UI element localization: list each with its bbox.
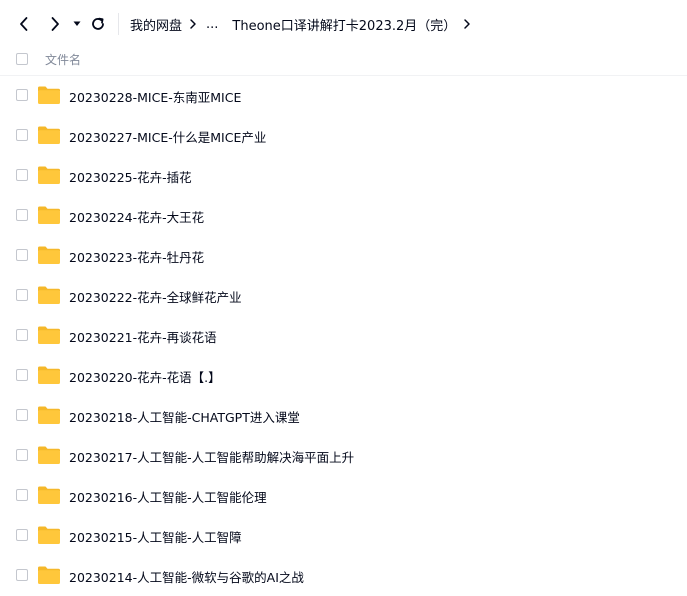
list-item[interactable]: 20230217-人工智能-人工智能帮助解决海平面上升 [0, 436, 687, 476]
file-name: 20230215-人工智能-人工智障 [69, 530, 242, 545]
file-name: 20230225-花卉-插花 [69, 170, 192, 185]
row-checkbox[interactable] [16, 169, 28, 181]
breadcrumb-root[interactable]: 我的网盘 [130, 15, 182, 34]
list-item[interactable]: 20230221-花卉-再谈花语 [0, 316, 687, 356]
breadcrumb-current[interactable]: Theone口译讲解打卡2023.2月（完） [232, 15, 456, 34]
list-header: 文件名 [0, 45, 687, 76]
file-list: 20230228-MICE-东南亚MICE 20230227-MICE-什么是MI… [0, 76, 687, 596]
folder-icon [38, 86, 60, 104]
file-name: 20230223-花卉-牡丹花 [69, 250, 205, 265]
list-item[interactable]: 20230218-人工智能-CHATGPT进入课堂 [0, 396, 687, 436]
caret-down-icon [73, 21, 81, 26]
row-checkbox[interactable] [16, 89, 28, 101]
forward-button[interactable] [45, 14, 65, 34]
select-all-checkbox[interactable] [16, 53, 28, 65]
row-checkbox[interactable] [16, 249, 28, 261]
list-item[interactable]: 20230223-花卉-牡丹花 [0, 236, 687, 276]
file-name: 20230216-人工智能-人工智能伦理 [69, 490, 267, 505]
row-checkbox[interactable] [16, 289, 28, 301]
folder-icon [38, 526, 60, 544]
list-item[interactable]: 20230227-MICE-什么是MICE产业 [0, 116, 687, 156]
row-checkbox[interactable] [16, 129, 28, 141]
file-name: 20230218-人工智能-CHATGPT进入课堂 [69, 410, 300, 425]
row-checkbox[interactable] [16, 409, 28, 421]
breadcrumb: 我的网盘 ... Theone口译讲解打卡2023.2月（完） [130, 14, 478, 34]
column-header-name[interactable]: 文件名 [45, 51, 81, 68]
folder-icon [38, 326, 60, 344]
list-item[interactable]: 20230224-花卉-大王花 [0, 196, 687, 236]
chevron-right-icon [456, 14, 478, 34]
file-name: 20230228-MICE-东南亚MICE [69, 90, 242, 105]
folder-icon [38, 246, 60, 264]
list-item[interactable]: 20230220-花卉-花语【.】 [0, 356, 687, 396]
list-item[interactable]: 20230216-人工智能-人工智能伦理 [0, 476, 687, 516]
folder-icon [38, 166, 60, 184]
folder-icon [38, 566, 60, 584]
row-checkbox[interactable] [16, 449, 28, 461]
toolbar: 我的网盘 ... Theone口译讲解打卡2023.2月（完） [0, 0, 687, 48]
folder-icon [38, 286, 60, 304]
file-name: 20230220-花卉-花语【.】 [69, 370, 221, 385]
row-checkbox[interactable] [16, 529, 28, 541]
list-item[interactable]: 20230214-人工智能-微软与谷歌的AI之战 [0, 556, 687, 596]
file-name: 20230224-花卉-大王花 [69, 210, 205, 225]
file-name: 20230221-花卉-再谈花语 [69, 330, 217, 345]
toolbar-divider [118, 13, 119, 35]
row-checkbox[interactable] [16, 209, 28, 221]
folder-icon [38, 206, 60, 224]
folder-icon [38, 446, 60, 464]
list-item[interactable]: 20230222-花卉-全球鲜花产业 [0, 276, 687, 316]
refresh-button[interactable] [88, 14, 108, 34]
row-checkbox[interactable] [16, 489, 28, 501]
chevron-right-icon [182, 14, 204, 34]
chevron-left-icon [20, 17, 28, 31]
history-dropdown-button[interactable] [69, 14, 85, 34]
chevron-right-icon [51, 17, 59, 31]
file-name: 20230214-人工智能-微软与谷歌的AI之战 [69, 570, 304, 585]
refresh-icon [92, 17, 104, 30]
folder-icon [38, 366, 60, 384]
file-name: 20230222-花卉-全球鲜花产业 [69, 290, 242, 305]
list-item[interactable]: 20230225-花卉-插花 [0, 156, 687, 196]
folder-icon [38, 406, 60, 424]
file-name: 20230227-MICE-什么是MICE产业 [69, 130, 267, 145]
list-item[interactable]: 20230215-人工智能-人工智障 [0, 516, 687, 556]
row-checkbox[interactable] [16, 369, 28, 381]
list-item[interactable]: 20230228-MICE-东南亚MICE [0, 76, 687, 116]
row-checkbox[interactable] [16, 569, 28, 581]
folder-icon [38, 126, 60, 144]
folder-icon [38, 486, 60, 504]
breadcrumb-ellipsis[interactable]: ... [204, 17, 222, 32]
file-name: 20230217-人工智能-人工智能帮助解决海平面上升 [69, 450, 355, 465]
back-button[interactable] [14, 14, 34, 34]
row-checkbox[interactable] [16, 329, 28, 341]
